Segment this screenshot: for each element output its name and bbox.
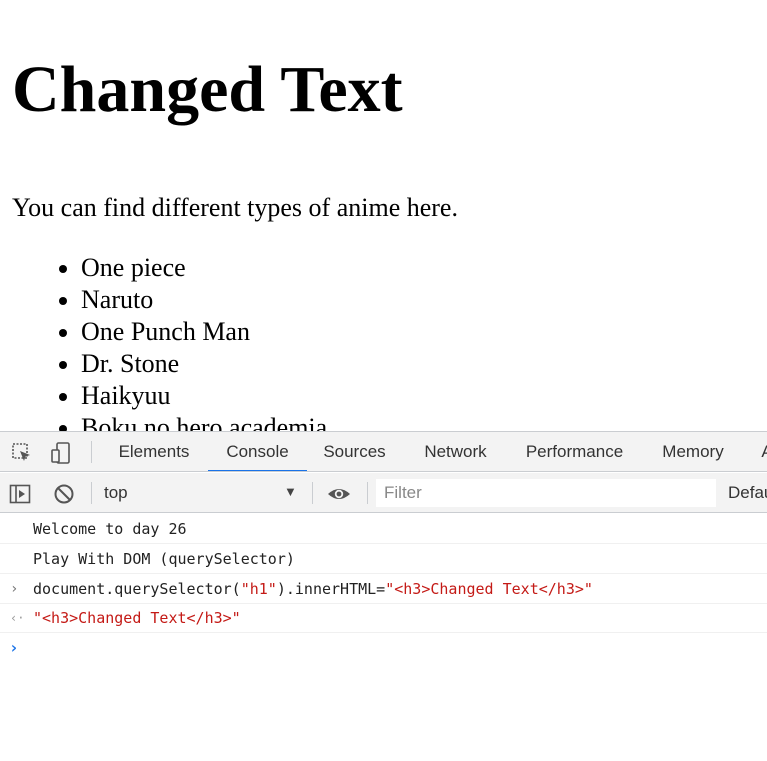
tab-elements[interactable]: Elements (118, 432, 190, 471)
console-log-line: Play With DOM (querySelector) (0, 544, 767, 574)
command-arg: "h1" (240, 580, 277, 598)
tab-memory[interactable]: Memory (659, 432, 727, 471)
tab-network[interactable]: Network (421, 432, 490, 471)
tab-sources[interactable]: Sources (323, 432, 386, 471)
console-message: Play With DOM (querySelector) (33, 550, 295, 568)
console-message: Welcome to day 26 (33, 520, 187, 538)
toolbar-divider (312, 482, 313, 504)
input-chevron-icon: › (10, 581, 19, 597)
tab-console[interactable]: Console (208, 432, 307, 471)
toolbar-divider (91, 482, 92, 504)
context-selector[interactable]: top (104, 482, 300, 504)
page-intro-paragraph: You can find different types of anime he… (12, 193, 458, 222)
list-item: Naruto (81, 284, 327, 316)
anime-list: One piece Naruto One Punch Man Dr. Stone… (0, 252, 327, 431)
list-item: One Punch Man (81, 316, 327, 348)
tab-performance[interactable]: Performance (524, 432, 625, 471)
command-value: "<h3>Changed Text</h3>" (385, 580, 593, 598)
console-result-line: ‹· "<h3>Changed Text</h3>" (0, 604, 767, 633)
filter-input[interactable] (376, 479, 716, 507)
prompt-chevron-icon: › (9, 638, 19, 657)
list-item: Dr. Stone (81, 348, 327, 380)
log-levels-dropdown[interactable]: Defau (728, 483, 767, 503)
result-chevron-icon: ‹· (10, 611, 25, 625)
page-heading: Changed Text (12, 53, 403, 126)
result-value: "<h3>Changed Text</h3>" (33, 609, 241, 627)
clear-console-icon[interactable] (51, 481, 77, 507)
console-toolbar: top ▼ Defau (0, 473, 767, 513)
console-log-line: Welcome to day 26 (0, 514, 767, 544)
device-toolbar-icon[interactable] (48, 440, 74, 466)
command-middle: ).innerHTML= (276, 580, 386, 598)
tab-application-overflow[interactable]: A (760, 432, 767, 471)
list-item: One piece (81, 252, 327, 284)
console-output: Welcome to day 26 Play With DOM (querySe… (0, 514, 767, 761)
toolbar-divider (367, 482, 368, 504)
caret-down-icon[interactable]: ▼ (284, 484, 297, 499)
console-input-line: › document.querySelector("h1").innerHTML… (0, 574, 767, 604)
command-prefix: document.querySelector( (33, 580, 241, 598)
list-item: Haikyuu (81, 380, 327, 412)
sidebar-toggle-icon[interactable] (7, 481, 33, 507)
devtools-tabbar: Elements Console Sources Network Perform… (0, 432, 767, 472)
devtools-panel: Elements Console Sources Network Perform… (0, 431, 767, 760)
toolbar-divider (91, 441, 92, 463)
list-item: Boku no hero academia (81, 412, 327, 431)
web-page: Changed Text You can find different type… (0, 0, 767, 431)
console-prompt[interactable]: › (0, 633, 767, 663)
eye-icon[interactable] (326, 481, 352, 507)
inspect-element-icon[interactable] (9, 440, 35, 466)
